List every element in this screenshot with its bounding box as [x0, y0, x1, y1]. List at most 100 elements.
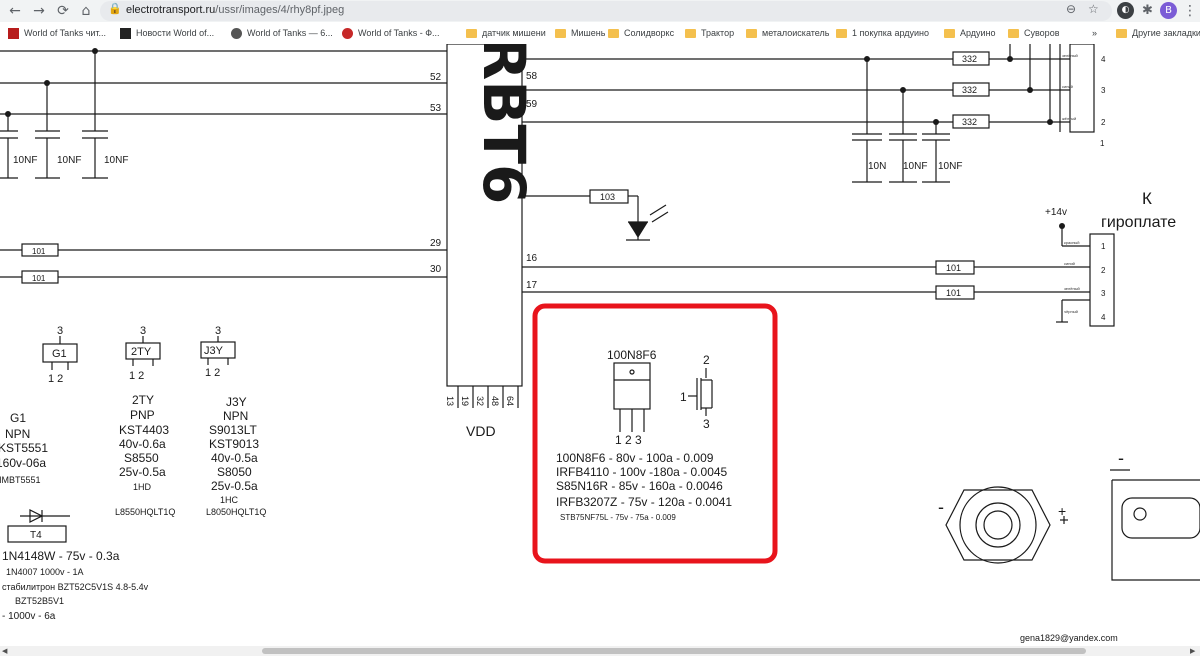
g1-type: NPN — [5, 427, 30, 441]
more-bookmarks-button[interactable]: » — [1092, 26, 1097, 40]
transistor-box-label: G1 — [52, 348, 67, 360]
bookmark-item[interactable]: World of Tanks чит... — [8, 26, 108, 40]
other-bookmarks-folder[interactable]: Другие закладки — [1116, 26, 1200, 40]
bookmark-folder[interactable]: Суворов — [1008, 26, 1059, 40]
address-bar[interactable]: 🔒 electrotransport.ru/ussr/images/4/rhy8… — [100, 1, 1112, 21]
bookmark-item[interactable]: Новости World of... — [120, 26, 218, 40]
scroll-left-icon[interactable]: ◀ — [2, 647, 7, 655]
lock-icon: 🔒 — [108, 2, 122, 15]
back-button[interactable]: ← — [6, 2, 24, 20]
email-label: gena1829@yandex.com — [1020, 633, 1118, 643]
mosfet-spec: IRFB3207Z - 75v - 120a - 0.0041 — [556, 495, 732, 509]
star-favicon-icon — [342, 27, 353, 39]
resistor-label: 101 — [946, 288, 961, 298]
connector-pin: 1 — [1100, 139, 1105, 148]
bookmark-item[interactable]: World of Tanks — 6... — [231, 26, 335, 40]
mosfet-title: 100N8F6 — [607, 348, 657, 362]
bookmark-folder[interactable]: Трактор — [685, 26, 734, 40]
folder-icon — [555, 29, 566, 38]
folder-icon — [685, 29, 696, 38]
tr3-rating1: 40v-0.5a — [211, 451, 258, 465]
diode-line: - 1000v - 6a — [2, 611, 56, 622]
tr2-name: 2TY — [132, 393, 154, 407]
wire-color-label: красный — [1064, 240, 1080, 245]
tr3-part: S9013LT — [209, 423, 257, 437]
wire-color-label: синий — [1062, 84, 1073, 89]
resistor-label: 101 — [32, 274, 46, 283]
pin-label: 53 — [430, 103, 442, 114]
tr2-code: 1HD — [133, 482, 152, 492]
bookmark-label: Мишень — [571, 28, 606, 38]
pin-label: 52 — [430, 72, 442, 83]
mosfet-pin-left: 1 — [680, 390, 687, 404]
extensions-puzzle-icon[interactable]: ✱ — [1139, 2, 1156, 19]
resistor-label: 103 — [600, 192, 615, 202]
minus-label: - — [938, 497, 944, 517]
pin-label: 16 — [526, 253, 538, 264]
scroll-right-icon[interactable]: ▶ — [1190, 647, 1195, 655]
cap-label: 10N — [868, 161, 886, 172]
connector-pin: 2 — [1101, 118, 1106, 127]
bookmark-label: Трактор — [701, 28, 735, 38]
folder-icon — [1008, 29, 1019, 38]
home-button[interactable]: ⌂ — [77, 2, 95, 20]
menu-kebab-icon[interactable]: ⋮ — [1181, 2, 1199, 20]
wire-color-label: синий — [1064, 261, 1075, 266]
pin-label: 17 — [526, 280, 538, 291]
mosfet-pin-bottom: 3 — [703, 417, 710, 431]
folder-icon — [944, 29, 955, 38]
bookmark-star-icon[interactable]: ☆ — [1088, 2, 1099, 16]
zoom-icon[interactable]: ⊖ — [1066, 2, 1076, 16]
bookmark-item[interactable]: World of Tanks - Ф... — [342, 26, 452, 40]
horizontal-scrollbar[interactable]: ◀ ▶ — [0, 646, 1200, 656]
resistor-label: 332 — [962, 85, 977, 95]
bookmark-folder[interactable]: Мишень — [555, 26, 605, 40]
wire-color-label: зелёный — [1064, 286, 1080, 291]
bookmark-folder[interactable]: датчик мишени — [466, 26, 546, 40]
bookmark-folder[interactable]: Ардуино — [944, 26, 996, 40]
t4-label: T4 — [30, 530, 42, 541]
bookmark-label: датчик мишени — [482, 28, 546, 38]
tr2-rating2: 25v-0.5a — [119, 465, 166, 479]
pin-number: 3 — [215, 325, 221, 337]
tr3-part3: S8050 — [217, 465, 252, 479]
plus-label: + — [1058, 503, 1066, 519]
cap-label: 10NF — [938, 161, 962, 172]
pin-label: 30 — [430, 264, 442, 275]
bookmark-folder[interactable]: Солидворкс — [608, 26, 674, 40]
pin-label: 59 — [526, 99, 538, 110]
reload-button[interactable]: ⟳ — [54, 2, 72, 20]
pin-label: 13 — [445, 396, 455, 406]
bookmark-folder[interactable]: 1 покупка ардуино — [836, 26, 929, 40]
extension-icon[interactable]: ◐ — [1117, 2, 1134, 19]
bookmark-label: 1 покупка ардуино — [852, 28, 929, 38]
url-text[interactable]: electrotransport.ru/ussr/images/4/rhy8pf… — [126, 4, 344, 16]
chip-label: RBT6 — [470, 44, 538, 204]
wire-color-label: чёрный — [1064, 309, 1078, 314]
tr3-part2: KST9013 — [209, 437, 259, 451]
wire-color-label: жёлтый — [1062, 116, 1076, 121]
connector-pin: 3 — [1101, 86, 1106, 95]
tr3-alt: L8050HQLT1Q — [206, 507, 266, 517]
g1-marking: MMBT5551 — [0, 475, 41, 485]
pin-numbers: 1 2 — [48, 373, 63, 385]
scrollbar-thumb[interactable] — [262, 648, 1086, 654]
folder-icon — [746, 29, 757, 38]
tr3-rating2: 25v-0.5a — [211, 479, 258, 493]
profile-avatar[interactable]: B — [1160, 2, 1177, 19]
connector-pin: 1 — [1101, 242, 1106, 251]
bookmark-label: World of Tanks — 6... — [247, 28, 333, 38]
bookmark-folder[interactable]: металоискатель — [746, 26, 829, 40]
voltage-label: +14v — [1045, 207, 1067, 218]
w-favicon-icon — [120, 27, 131, 39]
bookmarks-bar: World of Tanks чит... Новости World of..… — [0, 22, 1200, 45]
forward-button[interactable]: → — [30, 2, 48, 20]
url-path: /ussr/images/4/rhy8pf.jpeg — [215, 4, 345, 16]
connector-pin: 4 — [1101, 313, 1106, 322]
diode-line: 1N4007 1000v - 1A — [6, 567, 84, 577]
transistor-box-label: J3Y — [204, 345, 224, 357]
mosfet-spec: 100N8F6 - 80v - 100a - 0.009 — [556, 451, 714, 465]
k-label: К — [1142, 189, 1152, 208]
tr3-code: 1HC — [220, 495, 239, 505]
bookmark-label: World of Tanks - Ф... — [358, 28, 440, 38]
